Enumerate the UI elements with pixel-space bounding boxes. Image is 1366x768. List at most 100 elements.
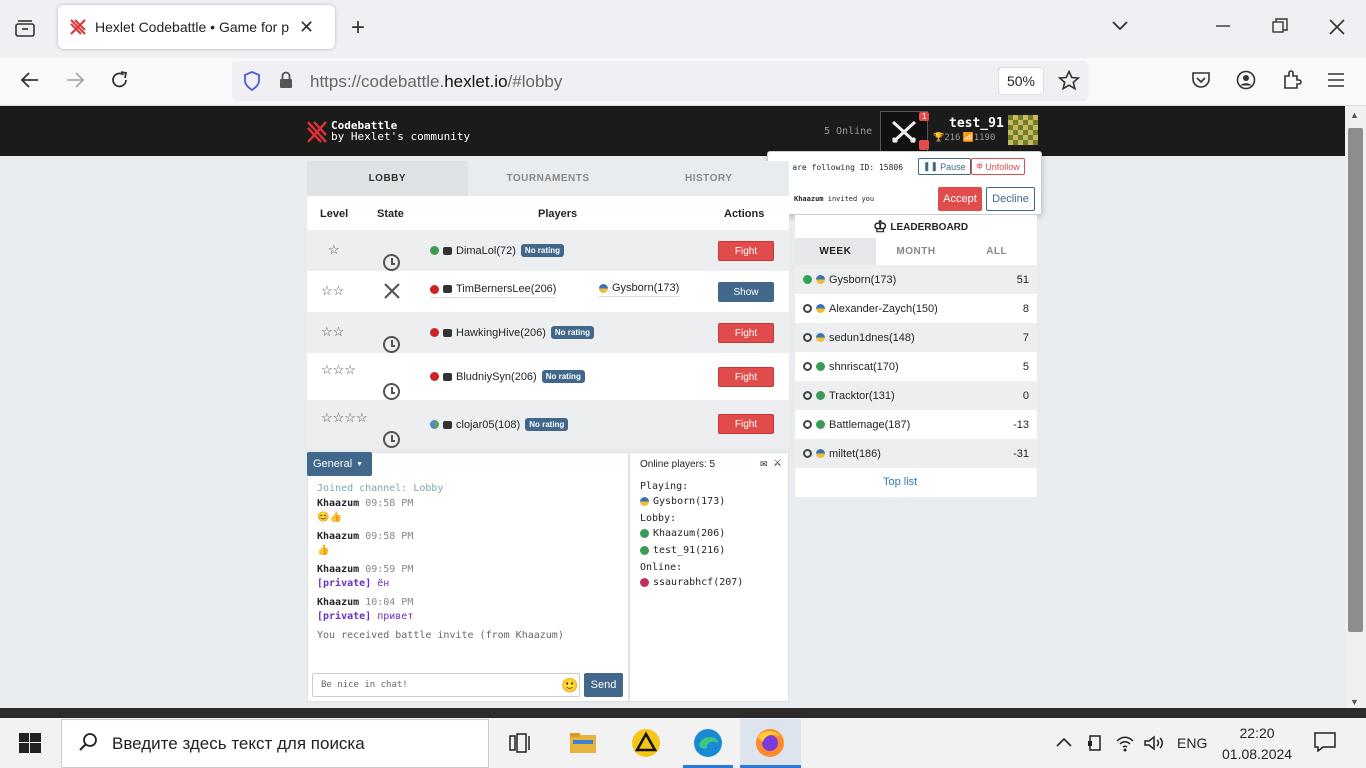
fight-button[interactable]: Fight — [718, 241, 774, 261]
tab-week[interactable]: WEEK — [795, 238, 876, 265]
list-all-tabs-icon[interactable] — [1111, 16, 1129, 36]
clock[interactable]: 22:20 01.08.2024 — [1222, 723, 1292, 765]
username[interactable]: test_91 — [949, 116, 1004, 131]
leaderboard-player-name[interactable]: Gysborn(173) — [829, 274, 896, 286]
browser-tab-active[interactable]: Hexlet Codebattle • Game for p ✕ — [58, 5, 335, 49]
back-icon[interactable] — [20, 71, 40, 92]
player-name[interactable]: HawkingHive(206) — [456, 327, 546, 339]
account-icon[interactable] — [1236, 70, 1256, 93]
show-button[interactable]: Show — [718, 282, 774, 302]
crossed-swords-icon[interactable]: ⚔ — [773, 458, 782, 469]
fight-button[interactable]: Fight — [718, 367, 774, 387]
channel-dropdown[interactable]: General ▼ — [307, 452, 372, 476]
emoji-picker-icon[interactable]: 🙂 — [561, 677, 578, 694]
pause-button[interactable]: ❚❚ Pause — [918, 158, 971, 175]
task-view-icon[interactable] — [500, 725, 540, 761]
close-tab-icon[interactable]: ✕ — [299, 17, 314, 38]
player-name[interactable]: clojar05(108) — [456, 419, 520, 431]
windows-start-icon[interactable] — [19, 733, 41, 756]
volume-icon[interactable] — [1143, 734, 1165, 755]
new-tab-icon[interactable]: + — [351, 16, 365, 40]
leaderboard-row[interactable]: Alexander-Zaych(150) 8 — [795, 294, 1037, 323]
leaderboard-row[interactable]: miltet(186) -31 — [795, 439, 1037, 468]
tab-list-icon[interactable] — [14, 18, 36, 42]
tablet-mode-icon[interactable] — [1087, 734, 1103, 755]
message-author[interactable]: Khaazum — [317, 498, 359, 509]
accept-button[interactable]: Accept — [938, 187, 982, 211]
input-language[interactable]: ENG — [1177, 735, 1207, 751]
taskbar-search[interactable]: Введите здесь текст для поиска — [61, 719, 489, 768]
leaderboard-row[interactable]: shnriscat(170) 5 — [795, 352, 1037, 381]
leaderboard-player-name[interactable]: sedun1dnes(148) — [829, 332, 915, 344]
leaderboard-row[interactable]: sedun1dnes(148) 7 — [795, 323, 1037, 352]
notifications-icon[interactable] — [1314, 732, 1336, 755]
language-icon — [430, 372, 439, 381]
scroll-up-arrow-icon[interactable]: ▲ — [1350, 110, 1359, 120]
tab-tournaments[interactable]: TOURNAMENTS — [468, 173, 629, 184]
close-window-icon[interactable] — [1328, 18, 1346, 40]
scrollbar-thumb[interactable] — [1348, 128, 1363, 632]
send-button[interactable]: Send — [584, 673, 623, 697]
reload-icon[interactable] — [110, 70, 130, 93]
message-author[interactable]: Khaazum — [317, 531, 359, 542]
extensions-icon[interactable] — [1282, 70, 1302, 93]
app-icon-warning[interactable] — [626, 725, 666, 761]
list-item[interactable]: test_91(216) — [640, 542, 743, 559]
chat-input[interactable]: Be nice in chat! 🙂 — [312, 673, 580, 697]
pocket-icon[interactable] — [1191, 70, 1211, 93]
tab-all[interactable]: ALL — [956, 246, 1037, 257]
list-item[interactable]: ssaurabhcf(207) — [640, 574, 743, 591]
firefox-icon[interactable] — [750, 725, 790, 761]
scroll-down-arrow-icon[interactable]: ▼ — [1350, 697, 1359, 707]
message-time: 10:04 PM — [365, 597, 414, 608]
leaderboard-row[interactable]: Battlemage(187) -13 — [795, 410, 1037, 439]
top-list-link[interactable]: Top list — [883, 476, 917, 488]
tab-history[interactable]: HISTORY — [628, 173, 789, 184]
fight-button[interactable]: Fight — [718, 414, 774, 434]
invites-button[interactable]: 1 — [880, 111, 930, 153]
url-text[interactable]: https://codebattle.hexlet.io/#lobby — [310, 72, 562, 92]
list-item[interactable]: Khaazum(206) — [640, 525, 743, 542]
leaderboard-row[interactable]: Gysborn(173) 51 — [795, 265, 1037, 294]
avatar[interactable] — [1008, 115, 1038, 145]
restore-window-icon[interactable] — [1272, 18, 1288, 38]
fight-button[interactable]: Fight — [718, 323, 774, 343]
leaderboard-player-name[interactable]: miltet(186) — [829, 448, 881, 460]
tracking-protection-shield-icon[interactable] — [243, 71, 261, 94]
message-author[interactable]: Khaazum — [317, 564, 359, 575]
app-menu-icon[interactable] — [1326, 72, 1346, 91]
codebattle-logo-icon[interactable] — [306, 120, 328, 147]
player-name[interactable]: BludniySyn(206) — [456, 371, 537, 383]
offline-status-icon — [803, 362, 812, 371]
minimize-window-icon[interactable] — [1214, 17, 1232, 39]
decline-button[interactable]: Decline — [986, 187, 1035, 211]
lock-icon[interactable] — [278, 70, 294, 93]
opponent-name[interactable]: Gysborn(173) — [612, 282, 679, 294]
forward-icon[interactable] — [65, 71, 85, 92]
envelope-icon[interactable]: ✉ — [760, 459, 768, 470]
leaderboard-player-name[interactable]: Battlemage(187) — [829, 419, 910, 431]
list-item[interactable]: Gysborn(173) — [640, 493, 743, 510]
message-body: привет — [377, 611, 414, 622]
edge-browser-icon[interactable] — [688, 725, 728, 761]
wifi-icon[interactable] — [1115, 734, 1135, 755]
leaderboard-score: 5 — [1022, 360, 1029, 373]
message-author[interactable]: Khaazum — [317, 597, 359, 608]
leaderboard-player-name[interactable]: Alexander-Zaych(150) — [829, 303, 938, 315]
unfollow-label: Unfollow — [985, 161, 1020, 172]
bot-icon — [443, 420, 452, 429]
tab-lobby[interactable]: LOBBY — [307, 161, 468, 196]
chevron-up-icon[interactable] — [1055, 735, 1073, 751]
player-name[interactable]: TimBernersLee(206) — [456, 283, 556, 295]
message-text: [private] привет — [317, 610, 622, 629]
file-explorer-icon[interactable] — [563, 725, 603, 761]
player-name[interactable]: DimaLol(72) — [456, 245, 516, 257]
leaderboard-row[interactable]: Tracktor(131) 0 — [795, 381, 1037, 410]
zoom-level-button[interactable]: 50% — [998, 67, 1044, 95]
bookmark-star-icon[interactable] — [1057, 69, 1081, 93]
leaderboard-player-name[interactable]: Tracktor(131) — [829, 390, 895, 402]
tab-month[interactable]: MONTH — [876, 246, 957, 257]
brand-text[interactable]: Codebattle by Hexlet's community — [331, 120, 470, 142]
unfollow-button[interactable]: ⛯ Unfollow — [971, 158, 1025, 175]
leaderboard-player-name[interactable]: shnriscat(170) — [829, 361, 899, 373]
